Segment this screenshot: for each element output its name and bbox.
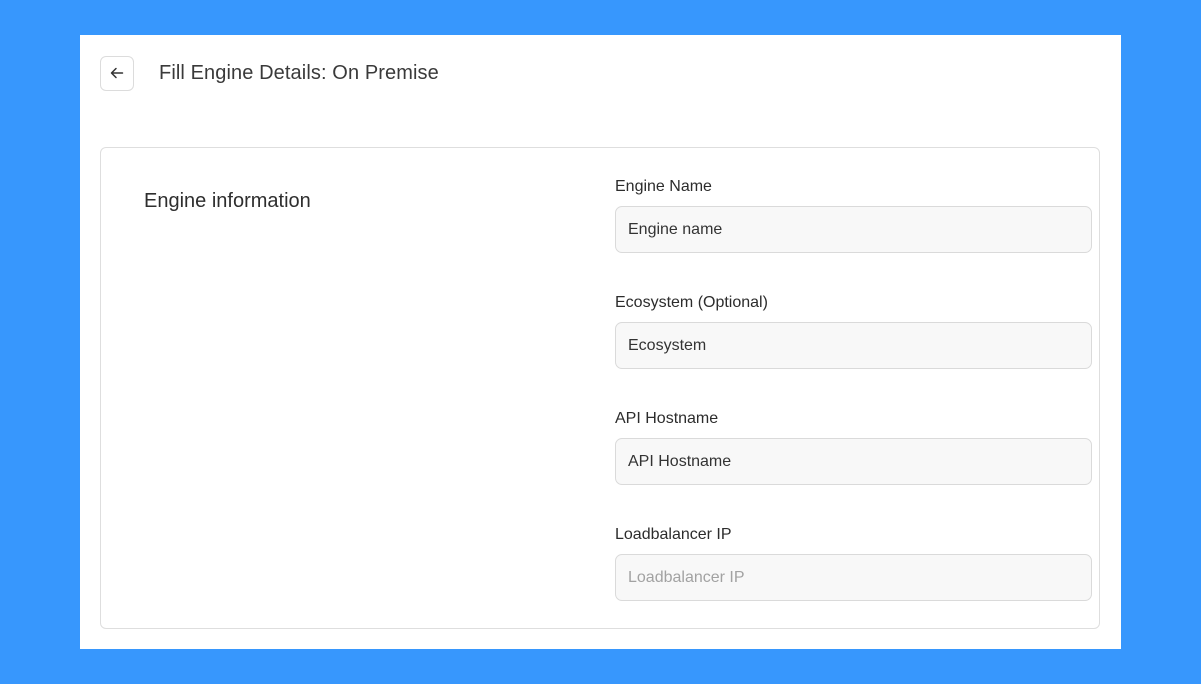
ecosystem-label: Ecosystem (Optional) (615, 294, 768, 311)
loadbalancer-ip-field: Loadbalancer IP (615, 524, 1093, 640)
engine-form: Engine Name Ecosystem (Optional) API Hos… (615, 176, 1093, 640)
api-hostname-input[interactable] (615, 438, 1092, 485)
page-title: Fill Engine Details: On Premise (159, 61, 439, 84)
engine-name-label: Engine Name (615, 178, 712, 195)
section-title: Engine information (144, 190, 311, 212)
arrow-left-icon (110, 67, 124, 79)
loadbalancer-ip-input[interactable] (615, 554, 1092, 601)
api-hostname-field: API Hostname (615, 408, 1093, 524)
engine-name-field: Engine Name (615, 176, 1093, 292)
api-hostname-label: API Hostname (615, 410, 719, 427)
engine-info-card: Engine information Engine Name Ecosystem… (100, 147, 1100, 629)
loadbalancer-ip-label: Loadbalancer IP (615, 526, 732, 543)
ecosystem-input[interactable] (615, 322, 1092, 369)
back-button[interactable] (100, 55, 134, 91)
ecosystem-field: Ecosystem (Optional) (615, 292, 1093, 408)
engine-details-window: Fill Engine Details: On Premise Engine i… (80, 35, 1121, 649)
page-header: Fill Engine Details: On Premise (100, 55, 1101, 91)
engine-name-input[interactable] (615, 206, 1092, 253)
